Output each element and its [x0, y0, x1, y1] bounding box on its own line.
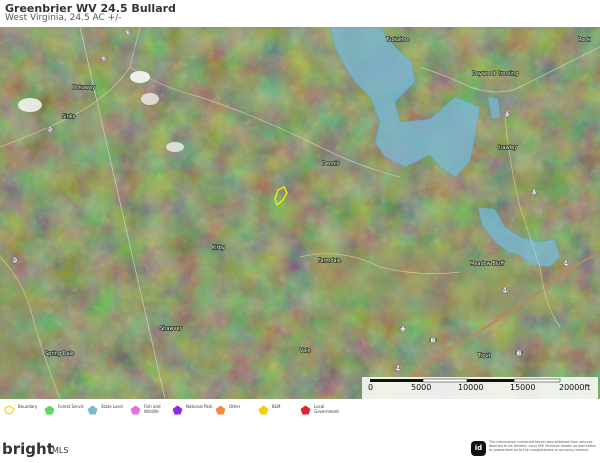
route-shield: 219 — [515, 349, 523, 357]
place-label: Tuckahoe — [385, 37, 409, 43]
scale-tick-label: 15000 — [510, 383, 535, 392]
scale-tick-label: 10000 — [458, 383, 483, 392]
scale-segment — [370, 379, 423, 382]
cloud — [141, 93, 159, 105]
svg-text:28: 28 — [125, 30, 131, 35]
svg-text:28: 28 — [101, 56, 107, 61]
scale-tick-label: 5000 — [411, 383, 431, 392]
route-shield: 12 — [399, 325, 407, 333]
pentagon-icon — [300, 405, 311, 415]
place-label: Meadow Bluff — [470, 261, 504, 267]
place-label: Pickaway — [72, 85, 95, 91]
pentagon-icon — [44, 405, 55, 415]
scale-tick-label: 20000ft — [559, 383, 590, 392]
place-label: Vale — [300, 348, 311, 354]
field-texture — [0, 27, 600, 399]
svg-text:12: 12 — [400, 327, 406, 332]
route-shield: 63 — [503, 110, 511, 118]
boundary-outline-icon — [4, 405, 15, 415]
route-shield: 64 — [394, 364, 402, 372]
svg-text:63: 63 — [531, 190, 537, 195]
route-shield: 219 — [429, 336, 437, 344]
satellite-map[interactable]: Tuckahoe Dennis Pickaway Sinks Kirby Far… — [0, 27, 600, 399]
route-shield: 63 — [530, 188, 538, 196]
disclaimer-text: The information contained herein was obt… — [489, 440, 597, 453]
svg-text:63: 63 — [504, 112, 510, 117]
route-shield: 28 — [100, 54, 108, 62]
svg-text:219: 219 — [515, 351, 523, 356]
place-label: Dennis — [322, 161, 340, 167]
route-shield: 60 — [46, 125, 54, 133]
pentagon-icon — [215, 405, 226, 415]
place-label: Trout — [477, 353, 490, 359]
pentagon-icon — [258, 405, 269, 415]
svg-text:64: 64 — [563, 261, 569, 266]
pentagon-icon — [87, 405, 98, 415]
scale-bar: 0 5000 10000 15000 20000ft — [362, 377, 598, 399]
place-label: Daywood Crossing — [472, 71, 518, 77]
svg-text:60: 60 — [47, 127, 53, 132]
place-label: Kirby — [212, 245, 225, 251]
scale-segment — [422, 378, 468, 383]
place-label: Rock — [578, 37, 590, 43]
land-id-logo: id — [471, 441, 486, 456]
scale-segment — [513, 378, 561, 383]
svg-text:64: 64 — [395, 366, 401, 371]
bright-mls-logo: bright MLS — [2, 440, 69, 458]
svg-text:60: 60 — [12, 258, 18, 263]
place-label: Spring Dale — [45, 351, 74, 357]
map-subtitle: West Virginia, 24.5 AC +/- — [5, 13, 122, 23]
map-legend: Boundary Forest Servic State Land Fish a… — [0, 402, 600, 422]
footer: bright MLS id The information contained … — [0, 436, 600, 463]
pentagon-icon — [172, 405, 183, 415]
place-label: Farmdale — [318, 258, 341, 264]
route-shield: 28 — [124, 28, 132, 36]
pentagon-icon — [130, 405, 141, 415]
place-label: Shawver — [160, 326, 183, 332]
svg-text:219: 219 — [429, 338, 437, 343]
route-shield: 60 — [11, 256, 19, 264]
scale-segment — [467, 379, 514, 382]
route-shield: 64 — [562, 259, 570, 267]
svg-text:64: 64 — [502, 288, 508, 293]
route-shield: 64 — [501, 286, 509, 294]
cloud — [130, 71, 150, 83]
place-label: Sinks — [62, 114, 76, 120]
place-label: Crawley — [497, 145, 517, 151]
cloud — [166, 142, 184, 152]
cloud — [18, 98, 42, 112]
scale-tick-label: 0 — [368, 383, 373, 392]
